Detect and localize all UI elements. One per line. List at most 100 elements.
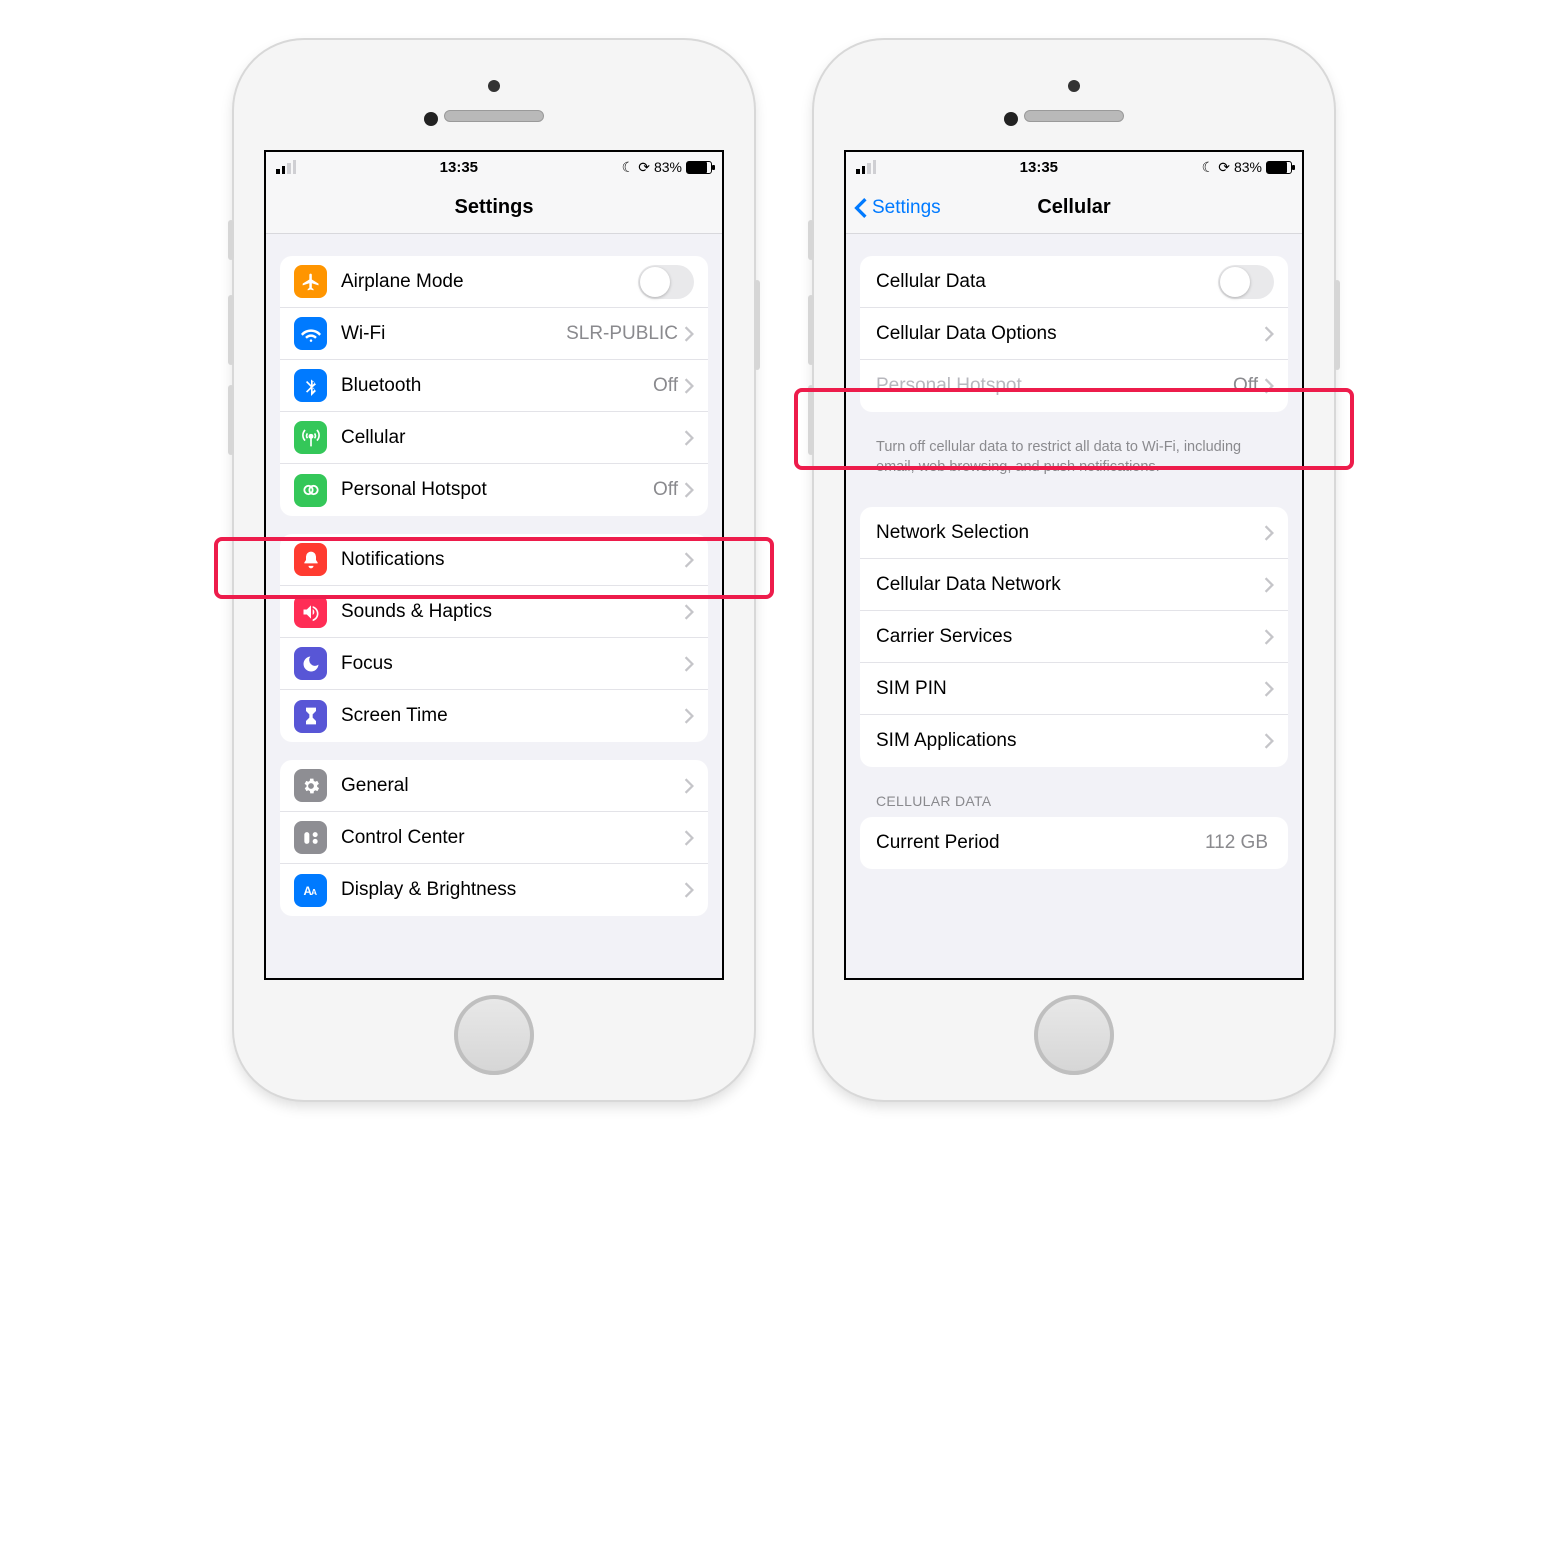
camera-dot (488, 80, 500, 92)
nav-title: Settings (455, 196, 534, 219)
signal-icon (276, 160, 296, 174)
camera-dot (1068, 80, 1080, 92)
row-label: Airplane Mode (341, 271, 638, 293)
screen-settings: 13:35 ☾ ⟳ 83% Settings Airplane Mode (264, 150, 724, 980)
row-label: Screen Time (341, 705, 684, 727)
settings-content[interactable]: Airplane Mode Wi-Fi SLR-PUBLIC Bluetooth… (266, 234, 722, 978)
screen-cellular: 13:35 ☾ ⟳ 83% Settings Cellular Cellular… (844, 150, 1304, 980)
row-cellular-data-options[interactable]: Cellular Data Options (860, 308, 1288, 360)
chevron-icon (1264, 733, 1274, 749)
row-control-center[interactable]: Control Center (280, 812, 708, 864)
row-label: Cellular (341, 427, 684, 449)
hourglass-icon (294, 700, 327, 733)
volume-up-button (228, 295, 234, 365)
chevron-icon (684, 778, 694, 794)
home-button[interactable] (454, 995, 534, 1075)
status-bar: 13:35 ☾ ⟳ 83% (266, 152, 722, 182)
row-cellular[interactable]: Cellular (280, 412, 708, 464)
cellular-data-toggle[interactable] (1218, 265, 1274, 299)
battery-percent: 83% (1234, 159, 1262, 175)
home-button[interactable] (1034, 995, 1114, 1075)
status-time: 13:35 (440, 159, 478, 176)
row-carrier-services[interactable]: Carrier Services (860, 611, 1288, 663)
power-button (754, 280, 760, 370)
chevron-icon (684, 708, 694, 724)
chevron-icon (1264, 681, 1274, 697)
chevron-icon (684, 326, 694, 342)
row-display-brightness[interactable]: AA Display & Brightness (280, 864, 708, 916)
row-bluetooth[interactable]: Bluetooth Off (280, 360, 708, 412)
row-cellular-data-network[interactable]: Cellular Data Network (860, 559, 1288, 611)
chevron-icon (684, 604, 694, 620)
row-label: SIM Applications (876, 730, 1264, 752)
row-value: 112 GB (1205, 832, 1268, 854)
row-label: Focus (341, 653, 684, 675)
row-label: Notifications (341, 549, 684, 571)
speaker-grille (1024, 110, 1124, 122)
alerts-group: Notifications Sounds & Haptics Focus Scr… (280, 534, 708, 742)
row-current-period[interactable]: Current Period 112 GB (860, 817, 1288, 869)
cellular-group-1: Cellular Data Cellular Data Options Pers… (860, 256, 1288, 412)
speaker-grille (444, 110, 544, 122)
row-general[interactable]: General (280, 760, 708, 812)
row-value: Off (653, 375, 678, 397)
row-value: Off (1233, 375, 1258, 397)
row-network-selection[interactable]: Network Selection (860, 507, 1288, 559)
bell-icon (294, 543, 327, 576)
phone-left: 13:35 ☾ ⟳ 83% Settings Airplane Mode (234, 40, 754, 1100)
chevron-icon (1264, 577, 1274, 593)
row-sounds-haptics[interactable]: Sounds & Haptics (280, 586, 708, 638)
chevron-icon (1264, 525, 1274, 541)
cellular-data-usage-group: Current Period 112 GB (860, 817, 1288, 869)
row-personal-hotspot: Personal Hotspot Off (860, 360, 1288, 412)
chevron-icon (1264, 326, 1274, 342)
rotation-lock-icon: ⟳ (638, 159, 650, 176)
mute-switch (808, 220, 814, 260)
row-sim-pin[interactable]: SIM PIN (860, 663, 1288, 715)
row-label: Cellular Data Network (876, 574, 1264, 596)
back-button[interactable]: Settings (854, 182, 941, 233)
speaker-icon (294, 595, 327, 628)
moon-icon (294, 647, 327, 680)
back-label: Settings (872, 197, 941, 219)
nav-bar: Settings Cellular (846, 182, 1302, 234)
chevron-icon (1264, 378, 1274, 394)
footer-text: Turn off cellular data to restrict all d… (846, 430, 1302, 477)
row-screen-time[interactable]: Screen Time (280, 690, 708, 742)
row-cellular-data[interactable]: Cellular Data (860, 256, 1288, 308)
chevron-icon (684, 830, 694, 846)
row-label: Wi-Fi (341, 323, 566, 345)
volume-down-button (808, 385, 814, 455)
mute-switch (228, 220, 234, 260)
front-camera (1004, 112, 1018, 126)
svg-text:A: A (311, 887, 317, 897)
row-wifi[interactable]: Wi-Fi SLR-PUBLIC (280, 308, 708, 360)
volume-up-button (808, 295, 814, 365)
row-label: Control Center (341, 827, 684, 849)
row-focus[interactable]: Focus (280, 638, 708, 690)
wifi-icon (294, 317, 327, 350)
row-value: SLR-PUBLIC (566, 323, 678, 345)
cellular-content[interactable]: Cellular Data Cellular Data Options Pers… (846, 234, 1302, 978)
row-notifications[interactable]: Notifications (280, 534, 708, 586)
chevron-icon (684, 656, 694, 672)
row-label: Display & Brightness (341, 879, 684, 901)
status-bar: 13:35 ☾ ⟳ 83% (846, 152, 1302, 182)
do-not-disturb-icon: ☾ (1202, 159, 1215, 176)
battery-percent: 83% (654, 159, 682, 175)
row-label: Sounds & Haptics (341, 601, 684, 623)
battery-icon (1266, 161, 1292, 174)
row-sim-applications[interactable]: SIM Applications (860, 715, 1288, 767)
row-label: Network Selection (876, 522, 1264, 544)
row-value: Off (653, 479, 678, 501)
airplane-toggle[interactable] (638, 265, 694, 299)
nav-title: Cellular (1037, 196, 1110, 219)
row-personal-hotspot[interactable]: Personal Hotspot Off (280, 464, 708, 516)
row-label: Bluetooth (341, 375, 653, 397)
bluetooth-icon (294, 369, 327, 402)
sliders-icon (294, 821, 327, 854)
chevron-icon (684, 430, 694, 446)
row-label: Cellular Data (876, 271, 1218, 293)
row-airplane-mode[interactable]: Airplane Mode (280, 256, 708, 308)
battery-icon (686, 161, 712, 174)
